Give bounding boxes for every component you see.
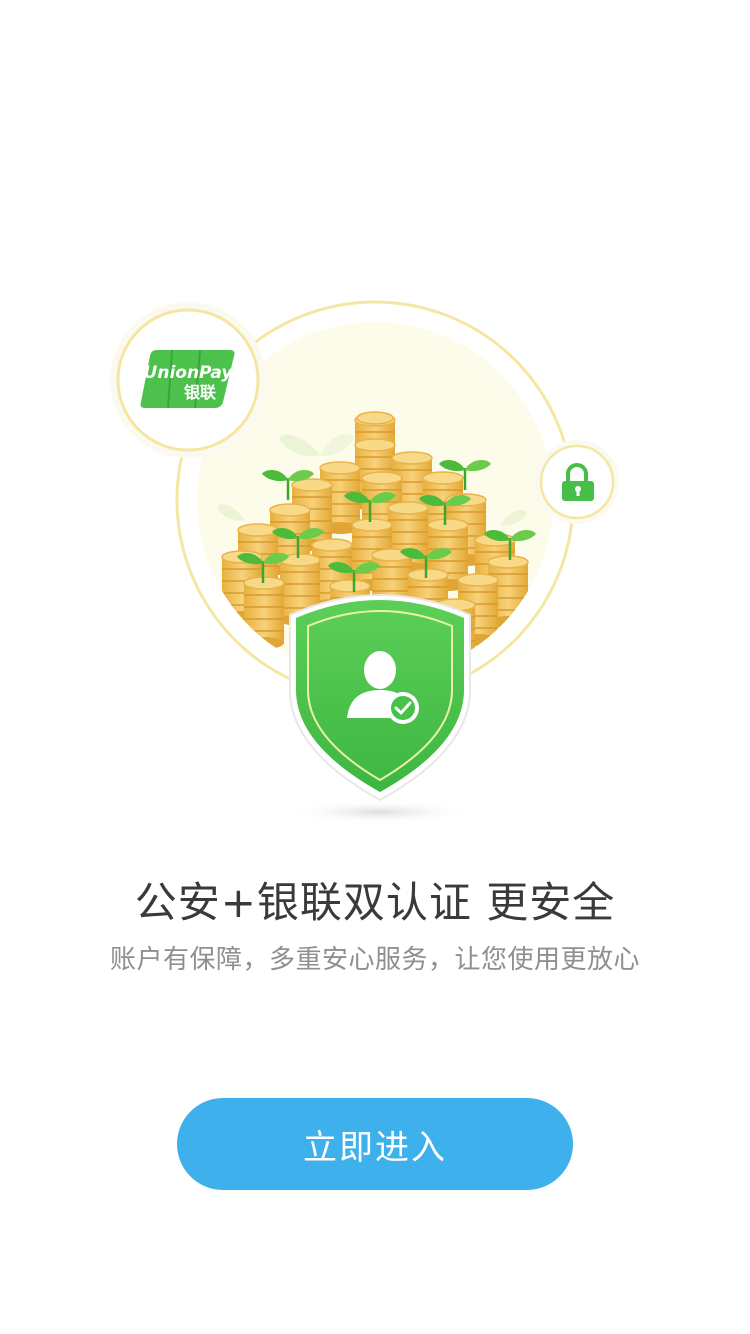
enter-now-button[interactable]: 立即进入: [177, 1098, 573, 1190]
headline: 公安+银联双认证 更安全: [134, 878, 616, 927]
unionpay-badge: UnionPay 银联: [110, 302, 266, 458]
enter-now-label: 立即进入: [303, 1127, 447, 1168]
unionpay-logo-icon: UnionPay 银联: [140, 349, 235, 409]
subheadline: 账户有保障，多重安心服务，让您使用更放心: [109, 945, 640, 975]
shield-icon: [289, 594, 471, 802]
security-illustration: UnionPay 银联: [110, 300, 619, 824]
svg-text:银联: 银联: [184, 383, 216, 402]
svg-text:UnionPay: UnionPay: [144, 363, 234, 383]
lock-badge: [535, 440, 619, 524]
